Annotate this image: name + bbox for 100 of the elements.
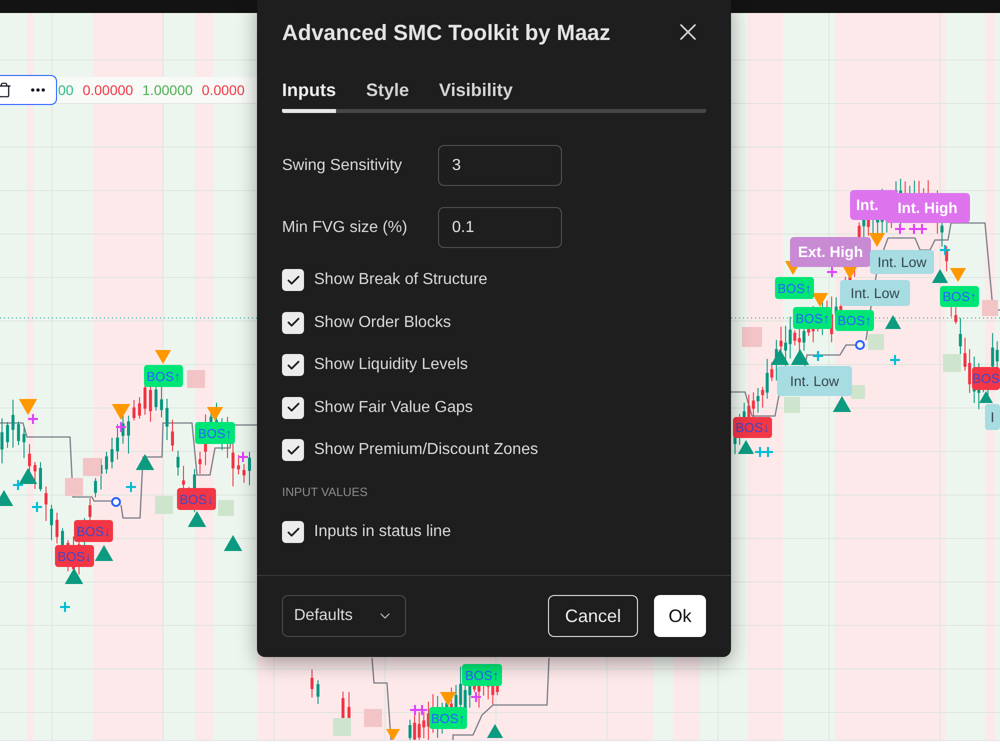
ok-button[interactable]: Ok <box>654 595 706 637</box>
bos-up-label: BOS↑ <box>775 277 814 299</box>
triangle-up-icon <box>224 535 242 551</box>
triangle-up-icon <box>188 511 206 527</box>
plus-icon <box>237 451 249 463</box>
int-low-label: Int. Low <box>777 366 852 396</box>
bos-down-label: BOS↓ <box>177 488 216 510</box>
field-label: Min FVG size (%) <box>282 218 408 238</box>
ring-icon <box>111 497 121 507</box>
dialog-title: Advanced SMC Toolkit by Maaz <box>282 18 610 47</box>
int-low-label: Int. Low <box>870 250 934 274</box>
bos-up-label: BOS↑ <box>195 422 235 444</box>
triangle-up-icon <box>738 440 754 454</box>
checkbox-label: Inputs in status line <box>314 522 451 542</box>
square-icon <box>333 718 351 736</box>
bos-up-label: BOS↑ <box>429 707 467 729</box>
status-value: 0.0000 <box>202 80 245 100</box>
number-field[interactable]: 0.1 <box>438 207 562 248</box>
plus-icon <box>470 691 482 703</box>
square-icon <box>742 327 762 347</box>
checkbox[interactable] <box>282 269 304 291</box>
plus-icon <box>894 223 906 235</box>
triangle-down-icon <box>843 267 857 279</box>
int-low-label: I <box>985 404 1000 430</box>
status-value: 0.00000 <box>82 80 134 100</box>
tab[interactable]: Style <box>366 79 410 113</box>
bos-up-label: BOS↑ <box>835 310 874 331</box>
checkbox[interactable] <box>282 439 304 461</box>
checkbox-label: Show Fair Value Gaps <box>314 398 473 418</box>
section-heading: INPUT VALUES <box>282 484 369 500</box>
triangle-up-icon <box>770 349 790 365</box>
triangle-down-icon <box>206 407 224 421</box>
triangle-up-icon <box>136 454 154 470</box>
checkbox-label: Show Order Blocks <box>314 312 451 332</box>
square-icon <box>187 370 205 388</box>
bos-down-label: BOS↓ <box>733 417 772 438</box>
bos-up-label: BOS↑ <box>940 286 979 307</box>
triangle-up-icon <box>832 396 852 412</box>
status-value: 00 <box>58 80 74 100</box>
plus-icon <box>762 446 774 458</box>
plus-icon <box>754 446 766 458</box>
number-field[interactable]: 3 <box>438 145 562 186</box>
square-icon <box>784 397 800 413</box>
plus-icon <box>939 244 951 256</box>
checkbox-label: Show Liquidity Levels <box>314 355 468 375</box>
int-high-label: Int. High <box>885 193 970 223</box>
triangle-up-icon <box>64 568 84 584</box>
plus-icon <box>916 223 928 235</box>
bos-down-label: BOS↓ <box>74 520 113 542</box>
checkbox[interactable] <box>282 521 304 543</box>
bos-up-label: BOS↑ <box>793 307 832 329</box>
triangle-down-icon <box>112 404 130 420</box>
status-value: 1.00000 <box>142 80 193 100</box>
square-icon <box>83 458 101 476</box>
bos-up-label: BOS↑ <box>144 365 183 387</box>
checkbox[interactable] <box>282 396 304 418</box>
plus-icon <box>812 350 824 362</box>
trash-icon[interactable] <box>0 82 12 98</box>
triangle-down-icon <box>440 692 456 706</box>
triangle-up-icon <box>94 545 114 561</box>
triangle-down-icon <box>18 399 38 415</box>
plus-icon <box>826 266 838 278</box>
ring-icon <box>855 340 865 350</box>
bos-down-label: BOS <box>972 367 1000 390</box>
plus-icon <box>416 704 428 716</box>
square-icon <box>218 500 234 516</box>
triangle-down-icon <box>950 268 966 282</box>
square-icon <box>364 709 382 727</box>
triangle-up-icon <box>979 391 993 403</box>
triangle-up-icon <box>884 315 902 329</box>
triangle-up-icon <box>790 349 810 365</box>
square-icon <box>155 496 173 514</box>
field-label: Swing Sensitivity <box>282 156 404 176</box>
triangle-down-icon <box>868 233 886 247</box>
preset-select[interactable]: Defaults <box>282 595 406 637</box>
plus-icon <box>115 421 127 433</box>
triangle-up-icon <box>18 468 38 484</box>
plus-icon <box>31 501 43 513</box>
triangle-up-icon <box>932 269 948 283</box>
triangle-down-icon <box>812 293 828 307</box>
tab[interactable]: Inputs <box>282 79 336 113</box>
checkbox[interactable] <box>282 354 304 376</box>
tab[interactable]: Visibility <box>439 79 513 113</box>
plus-icon <box>908 223 920 235</box>
checkbox-label: Show Premium/Discount Zones <box>314 440 538 460</box>
plus-icon <box>59 601 71 613</box>
plus-icon <box>125 481 137 493</box>
plus-icon <box>12 479 24 491</box>
triangle-up-icon <box>486 724 504 738</box>
square-icon <box>982 300 998 316</box>
plus-icon <box>27 413 39 425</box>
checkbox[interactable] <box>282 312 304 334</box>
checkbox-label: Show Break of Structure <box>314 270 488 290</box>
bos-up-label: BOS↑ <box>462 664 502 686</box>
square-icon <box>868 334 884 350</box>
triangle-down-icon <box>154 350 172 364</box>
square-icon <box>851 385 865 399</box>
cancel-button[interactable]: Cancel <box>548 595 638 637</box>
plus-icon <box>889 354 901 366</box>
int-low-label: Int. Low <box>840 280 910 306</box>
